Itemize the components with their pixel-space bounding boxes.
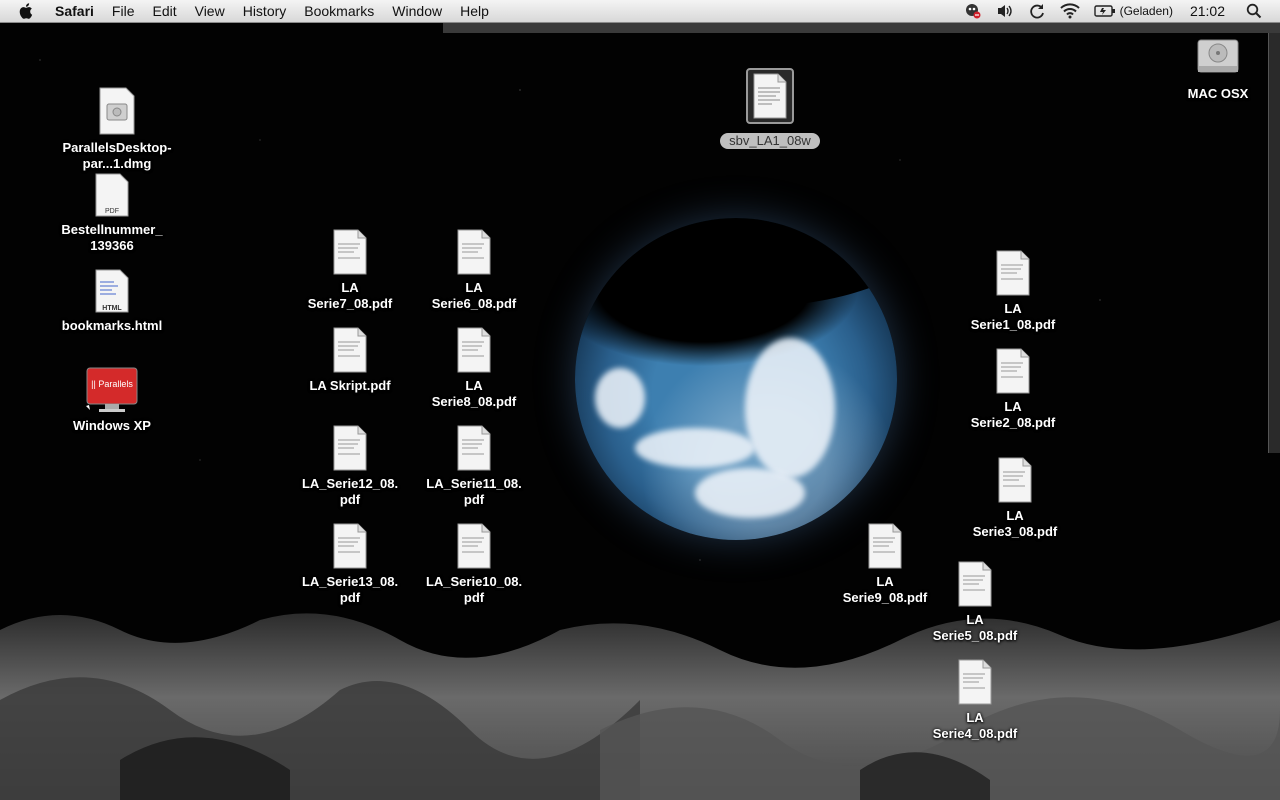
pdf-document-icon bbox=[868, 523, 902, 569]
file-label: LA Serie8_08.pdf bbox=[431, 378, 517, 409]
file-icon-la-serie8[interactable]: LA Serie8_08.pdf bbox=[419, 326, 529, 410]
moon-surface-wallpaper bbox=[0, 613, 1280, 800]
file-label: sbv_LA1_08w bbox=[720, 133, 820, 149]
battery-status[interactable]: (Geladen) bbox=[1093, 4, 1173, 18]
pdf-document-icon: PDF bbox=[95, 173, 129, 217]
file-icon-la-skript[interactable]: LA Skript.pdf bbox=[295, 326, 405, 394]
file-icon-la-serie2[interactable]: LA Serie2_08.pdf bbox=[958, 347, 1068, 431]
file-icon-la-serie6[interactable]: LA Serie6_08.pdf bbox=[419, 228, 529, 312]
desktop-background bbox=[0, 0, 1280, 800]
app-icon-windows-xp[interactable]: || Parallels Windows XP bbox=[57, 366, 167, 434]
file-icon-la-serie7[interactable]: LA Serie7_08.pdf bbox=[295, 228, 405, 312]
app-label: Windows XP bbox=[73, 418, 151, 433]
window-edge-remnant bbox=[443, 23, 1280, 33]
apple-logo-icon[interactable] bbox=[18, 2, 36, 20]
file-label: LA Serie1_08.pdf bbox=[970, 301, 1056, 332]
file-label: bookmarks.html bbox=[61, 318, 163, 333]
file-icon-la-serie3[interactable]: LA Serie3_08.pdf bbox=[960, 456, 1070, 540]
parallels-vm-icon: || Parallels bbox=[86, 367, 138, 412]
user-status-icon[interactable] bbox=[964, 2, 982, 20]
document-icon bbox=[753, 73, 787, 119]
file-label: LA Serie3_08.pdf bbox=[972, 508, 1058, 539]
pdf-document-icon bbox=[998, 457, 1032, 503]
wifi-icon[interactable] bbox=[1059, 3, 1080, 19]
file-icon-bestellnummer[interactable]: PDF Bestellnummer_ 139366 bbox=[57, 172, 167, 254]
file-label: LA Serie6_08.pdf bbox=[431, 280, 517, 311]
file-label: ParallelsDesktop-par...1.dmg bbox=[62, 140, 172, 171]
disk-label: MAC OSX bbox=[1187, 86, 1249, 101]
parallels-badge: || Parallels bbox=[91, 379, 133, 389]
pdf-document-icon bbox=[958, 561, 992, 607]
file-icon-la-serie4[interactable]: LA Serie4_08.pdf bbox=[920, 658, 1030, 742]
file-icon-sbv-la1[interactable]: sbv_LA1_08w bbox=[715, 68, 825, 150]
pdf-document-icon bbox=[333, 425, 367, 471]
html-document-icon: HTML bbox=[95, 269, 129, 313]
menu-app-safari[interactable]: Safari bbox=[46, 0, 103, 22]
disk-icon-mac-osx[interactable]: MAC OSX bbox=[1163, 32, 1273, 102]
html-badge: HTML bbox=[102, 305, 122, 312]
menubar-clock[interactable]: 21:02 bbox=[1190, 3, 1225, 19]
pdf-badge: PDF bbox=[105, 208, 119, 215]
file-label: Bestellnummer_ 139366 bbox=[61, 222, 163, 253]
disk-image-icon bbox=[99, 87, 135, 135]
file-label: LA Serie7_08.pdf bbox=[307, 280, 393, 311]
menu-help[interactable]: Help bbox=[451, 0, 498, 22]
menu-history[interactable]: History bbox=[234, 0, 296, 22]
battery-icon bbox=[1093, 5, 1115, 17]
selection-box bbox=[746, 68, 794, 124]
pdf-document-icon bbox=[457, 523, 491, 569]
file-icon-bookmarks-html[interactable]: HTML bookmarks.html bbox=[57, 268, 167, 334]
earth-wallpaper bbox=[575, 218, 897, 540]
menubar-status-area: (Geladen) 21:02 bbox=[957, 0, 1280, 22]
pdf-document-icon bbox=[333, 523, 367, 569]
file-icon-la-serie10[interactable]: LA_Serie10_08. pdf bbox=[419, 522, 529, 606]
file-icon-la-serie1[interactable]: LA Serie1_08.pdf bbox=[958, 249, 1068, 333]
file-icon-parallels-dmg[interactable]: ParallelsDesktop-par...1.dmg bbox=[62, 86, 172, 172]
menu-edit[interactable]: Edit bbox=[143, 0, 185, 22]
file-icon-la-serie13[interactable]: LA_Serie13_08. pdf bbox=[295, 522, 405, 606]
hard-drive-icon bbox=[1197, 39, 1239, 73]
pdf-document-icon bbox=[333, 327, 367, 373]
file-icon-la-serie12[interactable]: LA_Serie12_08. pdf bbox=[295, 424, 405, 508]
pdf-document-icon bbox=[457, 229, 491, 275]
menu-view[interactable]: View bbox=[186, 0, 234, 22]
volume-icon[interactable] bbox=[996, 3, 1014, 19]
pdf-document-icon bbox=[996, 348, 1030, 394]
pdf-document-icon bbox=[333, 229, 367, 275]
file-label: LA_Serie10_08. pdf bbox=[425, 574, 523, 605]
spotlight-search-icon[interactable] bbox=[1246, 3, 1262, 19]
battery-text: (Geladen) bbox=[1119, 4, 1173, 18]
file-icon-la-serie5[interactable]: LA Serie5_08.pdf bbox=[920, 560, 1030, 644]
time-machine-sync-icon[interactable] bbox=[1028, 2, 1046, 20]
menu-file[interactable]: File bbox=[103, 0, 144, 22]
file-label: LA_Serie12_08. pdf bbox=[301, 476, 399, 507]
menubar: Safari File Edit View History Bookmarks … bbox=[0, 0, 1280, 23]
file-label: LA Serie4_08.pdf bbox=[932, 710, 1018, 741]
menu-window[interactable]: Window bbox=[383, 0, 451, 22]
file-label: LA_Serie11_08. pdf bbox=[426, 476, 522, 507]
file-label: LA_Serie13_08. pdf bbox=[301, 574, 399, 605]
pdf-document-icon bbox=[457, 327, 491, 373]
file-label: LA Skript.pdf bbox=[309, 378, 391, 393]
pdf-document-icon bbox=[457, 425, 491, 471]
file-label: LA Serie2_08.pdf bbox=[970, 399, 1056, 430]
pdf-document-icon bbox=[958, 659, 992, 705]
file-icon-la-serie11[interactable]: LA_Serie11_08. pdf bbox=[419, 424, 529, 508]
pdf-document-icon bbox=[996, 250, 1030, 296]
file-label: LA Serie5_08.pdf bbox=[932, 612, 1018, 643]
menu-bookmarks[interactable]: Bookmarks bbox=[295, 0, 383, 22]
